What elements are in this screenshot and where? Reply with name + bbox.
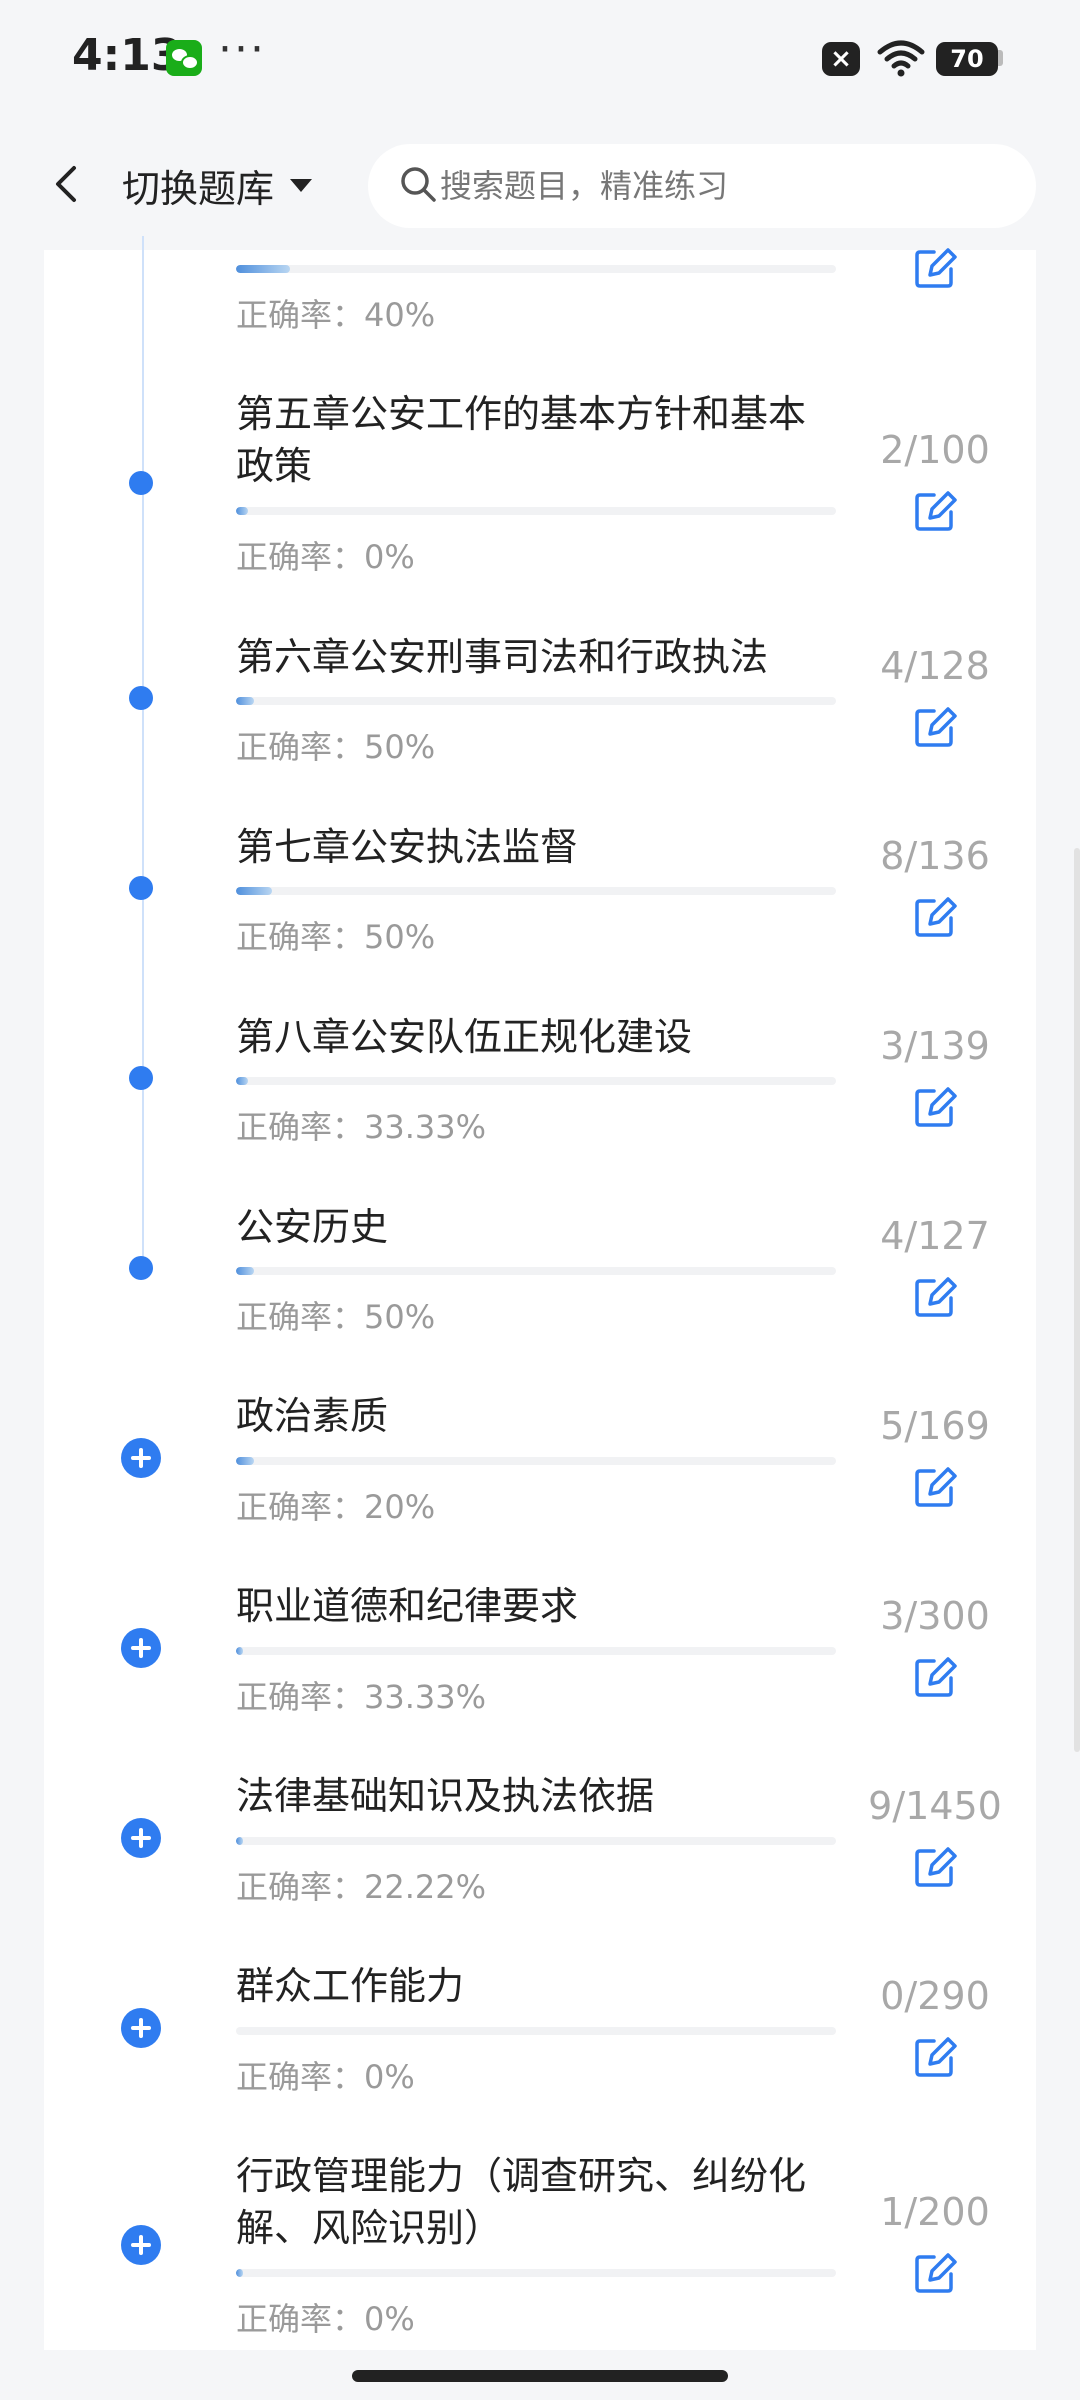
edit-icon[interactable] [912,894,958,940]
chapter-title: 第五章公安工作的基本方针和基本政策 [236,392,807,488]
edit-icon[interactable] [912,1464,958,1510]
progress-track [236,2269,836,2277]
progress-track [236,265,836,273]
scrollbar[interactable] [1074,848,1080,1752]
progress-fill [236,1267,254,1275]
progress-fill [236,1077,248,1085]
edit-icon[interactable] [912,2250,958,2296]
chapter-title: 法律基础知识及执法依据 [236,1774,655,1818]
question-count: 2/100 [880,428,990,472]
timeline-dot [129,686,153,710]
expand-plus-icon[interactable] [121,1818,161,1858]
question-count: 3/139 [880,1024,990,1068]
accuracy-label: 正确率：50% [236,918,436,956]
chapter-title: 政治素质 [236,1394,389,1438]
progress-track [236,507,836,515]
edit-icon[interactable] [912,1844,958,1890]
edit-icon[interactable] [912,704,958,750]
progress-fill [236,697,254,705]
chapter-title: 行政管理能力（调查研究、纠纷化解、风险识别） [236,2154,807,2250]
progress-track [236,2027,836,2035]
progress-fill [236,1647,244,1655]
timeline-dot [129,1066,153,1090]
accuracy-label: 正确率：0% [236,2300,415,2338]
chapter-title: 群众工作能力 [236,1964,465,2008]
question-count: 8/136 [880,834,990,878]
question-count: 4/127 [880,1214,990,1258]
chapter-title: 第七章公安执法监督 [236,825,579,869]
question-count: 0/290 [880,1974,990,2018]
question-count: 9/1450 [868,1784,1002,1828]
progress-track [236,1647,836,1655]
progress-fill [236,1837,244,1845]
accuracy-label: 正确率：0% [236,538,415,576]
expand-plus-icon[interactable] [121,2225,161,2265]
progress-fill [236,1457,254,1465]
accuracy-label: 正确率：33.33% [236,1678,487,1716]
accuracy-label: 正确率：0% [236,2058,415,2096]
accuracy-label: 正确率：50% [236,728,436,766]
chapter-title: 职业道德和纪律要求 [236,1584,579,1628]
accuracy-label: 正确率：20% [236,1488,436,1526]
question-count: 5/169 [880,1404,990,1448]
timeline-dot [129,471,153,495]
progress-track [236,1837,836,1845]
progress-track [236,1267,836,1275]
question-count: 1/200 [880,2190,990,2234]
progress-track [236,887,836,895]
accuracy-label: 正确率：50% [236,1298,436,1336]
expand-plus-icon[interactable] [121,1628,161,1668]
edit-icon[interactable] [912,2034,958,2080]
edit-icon[interactable] [912,488,958,534]
accuracy-label: 正确率：22.22% [236,1868,487,1906]
expand-plus-icon[interactable] [121,2008,161,2048]
expand-plus-icon[interactable] [121,1438,161,1478]
chapter-title: 第八章公安队伍正规化建设 [236,1015,693,1059]
question-count: 3/300 [880,1594,990,1638]
accuracy-label: 正确率：33.33% [236,1108,487,1146]
progress-fill [236,2269,244,2277]
chapter-title: 公安历史 [236,1205,389,1249]
chapter-title: 第六章公安刑事司法和行政执法 [236,635,769,679]
progress-fill [236,265,290,273]
timeline-dot [129,876,153,900]
edit-icon[interactable] [912,1654,958,1700]
progress-track [236,1077,836,1085]
edit-icon[interactable] [912,1084,958,1130]
home-indicator[interactable] [352,2370,728,2382]
progress-track [236,1457,836,1465]
edit-icon[interactable] [912,245,958,291]
question-count: 4/128 [880,644,990,688]
progress-fill [236,507,248,515]
progress-track [236,697,836,705]
edit-icon[interactable] [912,1274,958,1320]
progress-fill [236,887,272,895]
chapter-list: 正确率：40% 第五章公安工作的基本方针和基本政策 2/100 正确率：0% 第… [0,0,1080,2400]
timeline-dot [129,1256,153,1280]
accuracy-label: 正确率：40% [236,296,436,334]
